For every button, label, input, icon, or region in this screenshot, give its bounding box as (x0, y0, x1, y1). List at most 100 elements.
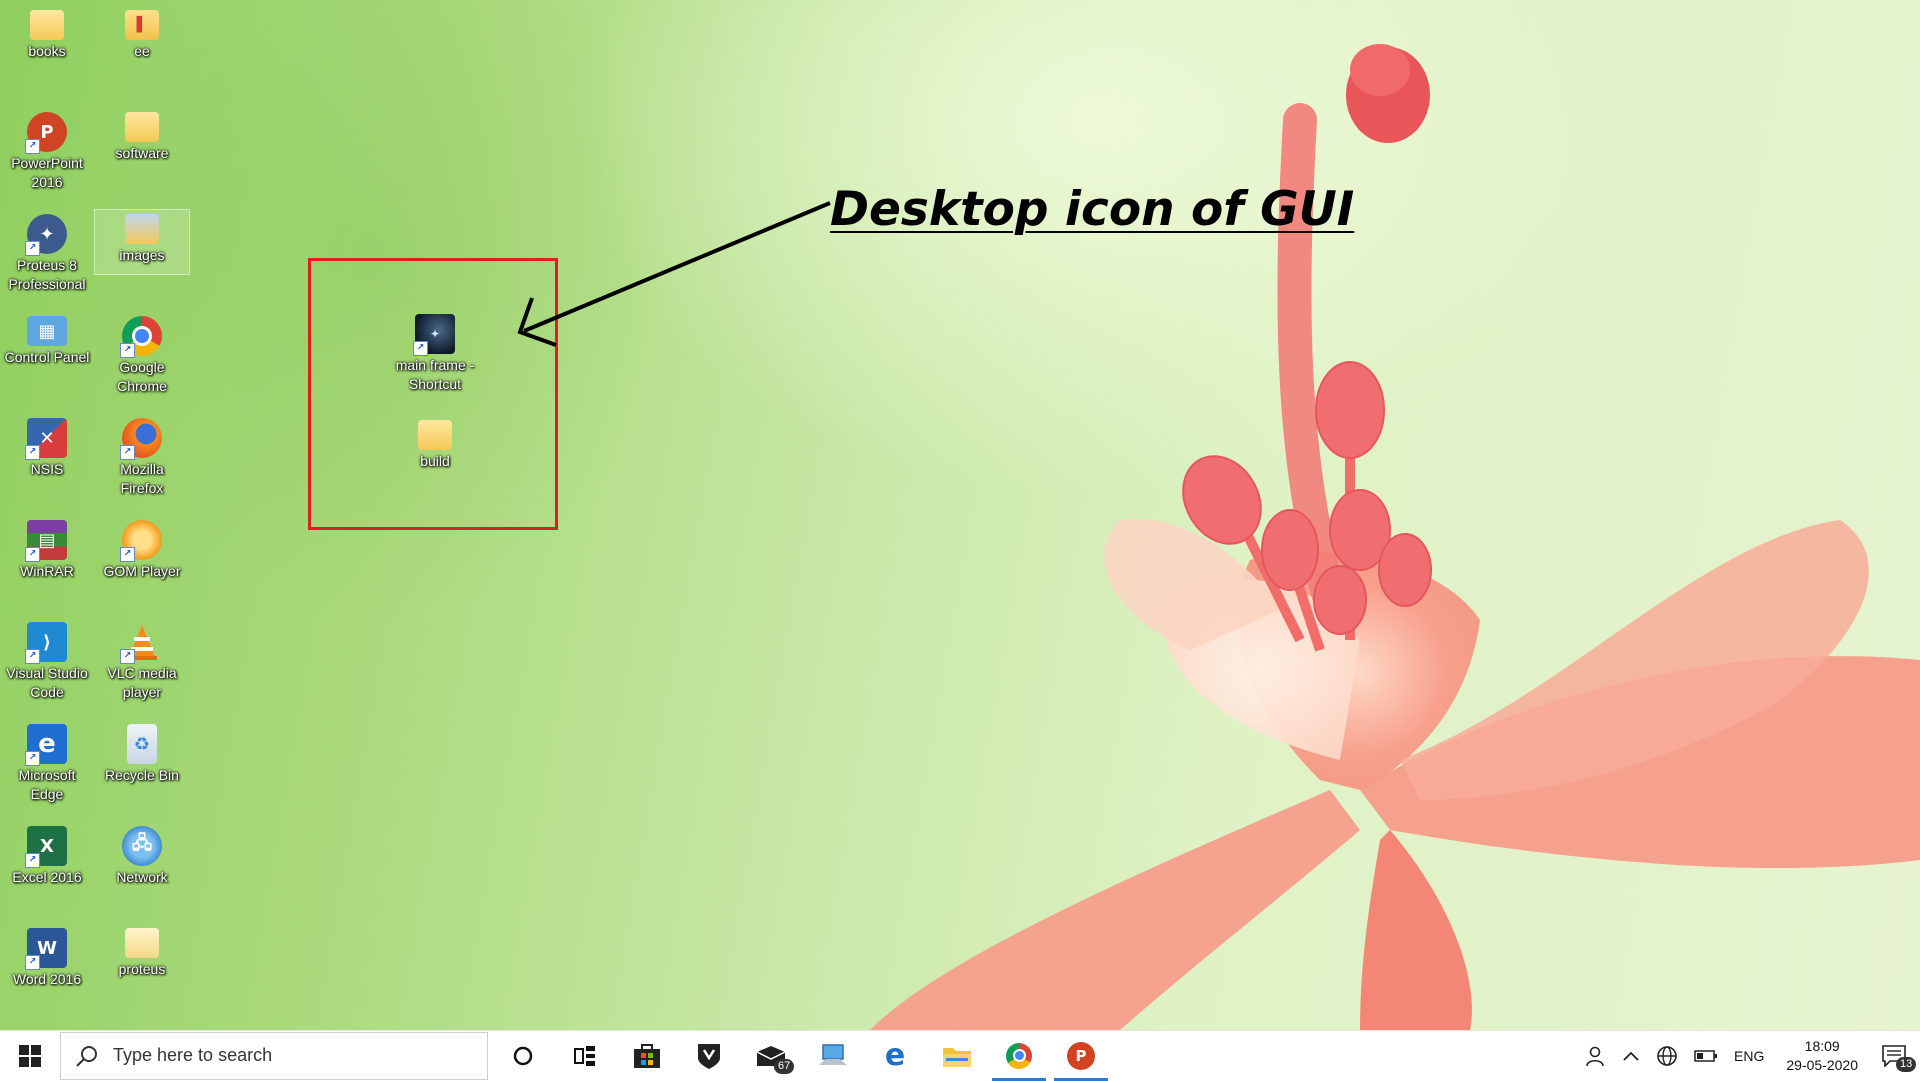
edge-button[interactable]: e (864, 1031, 926, 1081)
desktop-icon-chrome[interactable]: ↗ Google Chrome (95, 312, 189, 396)
battery-icon (1694, 1050, 1718, 1062)
icon-label: Mozilla Firefox (120, 461, 164, 496)
icon-label: ee (134, 43, 150, 59)
security-button[interactable] (678, 1031, 740, 1081)
desktop-icon-books[interactable]: books (0, 6, 94, 61)
desktop-icon-ee[interactable]: ▌ ee (95, 6, 189, 61)
people-icon (1586, 1046, 1604, 1067)
notification-badge: 13 (1896, 1057, 1917, 1072)
chrome-icon: ↗ (120, 316, 162, 358)
nsis-icon: ✕ ↗ (25, 418, 67, 460)
vlc-icon: ↗ (120, 622, 162, 664)
network-tray-button[interactable] (1648, 1031, 1686, 1081)
desktop-icon-vscode[interactable]: ⟩ ↗ Visual Studio Code (0, 618, 94, 702)
battery-button[interactable] (1686, 1031, 1726, 1081)
icon-label: VLC media player (107, 665, 177, 700)
desktop-icon-edge[interactable]: e ↗ Microsoft Edge (0, 720, 94, 804)
desktop-icon-nsis[interactable]: ✕ ↗ NSIS (0, 414, 94, 479)
clock-date: 29-05-2020 (1786, 1057, 1858, 1073)
control-panel-icon: ▦ (27, 316, 67, 346)
icon-label: Google Chrome (117, 359, 167, 394)
desktop-icon-network[interactable]: 🖧 Network (95, 822, 189, 887)
mail-badge: 67 (774, 1058, 795, 1074)
icon-label: GOM Player (103, 563, 181, 579)
store-button[interactable] (616, 1031, 678, 1081)
language-indicator[interactable]: ENG (1726, 1031, 1772, 1081)
cortana-button[interactable] (492, 1031, 554, 1081)
powerpoint-icon: P (1067, 1041, 1095, 1070)
folder-icon (125, 112, 159, 142)
firefox-icon: ↗ (120, 418, 162, 460)
icon-label: Excel 2016 (12, 869, 82, 885)
folder-icon (125, 928, 159, 958)
recycle-bin-icon: ♻ (127, 724, 157, 764)
icon-label: Network (116, 869, 168, 885)
icon-label: images (119, 247, 165, 263)
chevron-up-icon (1623, 1051, 1639, 1061)
search-placeholder: Type here to search (113, 1045, 273, 1065)
icon-label: software (115, 145, 169, 161)
mail-button[interactable]: 67 (740, 1031, 802, 1081)
store-icon (634, 1043, 660, 1068)
winrar-icon: ▤ ↗ (25, 520, 67, 562)
icon-label: Control Panel (4, 349, 90, 365)
icon-label: Microsoft Edge (18, 767, 76, 802)
folder-icon (125, 214, 159, 244)
edge-icon: e (884, 1038, 906, 1073)
icon-label: WinRAR (20, 563, 74, 579)
desktop-icon-gom-player[interactable]: ↗ GOM Player (95, 516, 189, 581)
icon-label: Visual Studio Code (6, 665, 88, 700)
start-button[interactable] (0, 1031, 60, 1081)
icon-label: proteus (118, 961, 166, 977)
chrome-button[interactable] (988, 1031, 1050, 1081)
desktop-icon-word[interactable]: W ↗ Word 2016 (0, 924, 94, 989)
folder-icon: ▌ (125, 10, 159, 40)
computer-icon (819, 1043, 847, 1065)
desktop-icon-images[interactable]: images (94, 209, 190, 275)
desktop-icon-proteus-folder[interactable]: proteus (95, 924, 189, 979)
desktop-icon-vlc[interactable]: ↗ VLC media player (95, 618, 189, 702)
icon-label: PowerPoint 2016 (11, 155, 83, 190)
folder-icon (30, 10, 64, 40)
file-explorer-button[interactable] (926, 1031, 988, 1081)
network-icon: 🖧 (122, 826, 162, 866)
desktop-icon-software[interactable]: software (95, 108, 189, 163)
icon-label: Recycle Bin (105, 767, 179, 783)
desktop-icon-control-panel[interactable]: ▦ Control Panel (0, 312, 94, 367)
chrome-icon (1006, 1042, 1032, 1069)
system-tray: ENG 18:09 29-05-2020 13 (1576, 1031, 1920, 1081)
task-view-icon (574, 1045, 595, 1066)
show-hidden-icons-button[interactable] (1614, 1031, 1648, 1081)
annotation-arrow (517, 201, 831, 347)
annotation-label: Desktop icon of GUI (830, 182, 1355, 237)
search-icon (76, 1045, 97, 1067)
proteus-icon: ✦ ↗ (25, 214, 67, 256)
people-button[interactable] (1576, 1031, 1614, 1081)
clock-time: 18:09 (1804, 1038, 1840, 1054)
word-icon: W ↗ (25, 928, 67, 970)
desktop-icon-winrar[interactable]: ▤ ↗ WinRAR (0, 516, 94, 581)
desktop[interactable]: books ▌ ee P ↗ PowerPoint 2016 software ✦… (0, 0, 1920, 1030)
gom-player-icon: ↗ (120, 520, 162, 562)
folder-icon (943, 1047, 971, 1067)
action-center-button[interactable]: 13 (1872, 1031, 1920, 1081)
desktop-icon-proteus[interactable]: ✦ ↗ Proteus 8 Professional (0, 210, 94, 294)
task-view-button[interactable] (554, 1031, 616, 1081)
excel-icon: X ↗ (25, 826, 67, 868)
taskbar-search-box[interactable]: Type here to search (60, 1031, 488, 1080)
wallpaper-flower (870, 44, 1920, 1030)
icon-label: Proteus 8 Professional (8, 257, 86, 292)
globe-icon (1657, 1046, 1677, 1066)
cortana-circle-icon (513, 1046, 533, 1065)
desktop-icon-powerpoint[interactable]: P ↗ PowerPoint 2016 (0, 108, 94, 192)
vscode-icon: ⟩ ↗ (25, 622, 67, 664)
desktop-icon-excel[interactable]: X ↗ Excel 2016 (0, 822, 94, 887)
icon-label: Word 2016 (12, 971, 82, 987)
powerpoint-button[interactable]: P (1050, 1031, 1112, 1081)
this-pc-button[interactable] (802, 1031, 864, 1081)
edge-icon: e ↗ (25, 724, 67, 766)
desktop-icon-recycle-bin[interactable]: ♻ Recycle Bin (95, 720, 189, 785)
desktop-icon-firefox[interactable]: ↗ Mozilla Firefox (95, 414, 189, 498)
windows-logo-icon (19, 1044, 41, 1067)
clock[interactable]: 18:09 29-05-2020 (1772, 1031, 1872, 1081)
